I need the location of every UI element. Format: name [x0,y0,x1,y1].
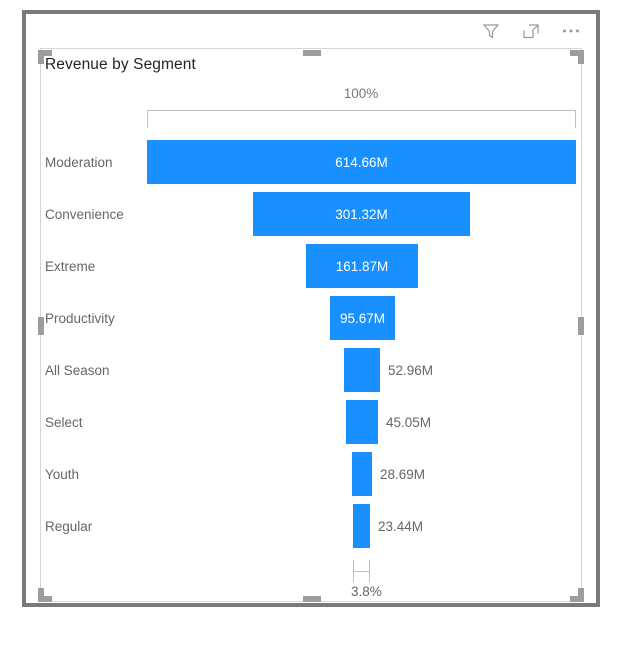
resize-handle-top-left[interactable] [38,50,52,64]
funnel-row[interactable]: Moderation 614.66M [40,136,582,188]
bar-value-label: 23.44M [378,518,424,534]
resize-handle-bottom-left[interactable] [38,588,52,602]
funnel-bar[interactable] [330,296,395,340]
funnel-bar-wrapper: 28.69M [40,448,582,500]
funnel-bar[interactable] [352,452,372,496]
resize-handle-top-right[interactable] [570,50,584,64]
top-axis-bracket [147,110,576,128]
funnel-bar[interactable] [344,348,380,392]
focus-mode-icon[interactable] [520,20,542,42]
funnel-bar[interactable] [253,192,470,236]
funnel-row[interactable]: Convenience 301.32M [40,188,582,240]
bottom-axis-percent-label: 3.8% [351,584,382,599]
funnel-bar-wrapper: 301.32M [40,188,582,240]
funnel-bar-wrapper: 95.67M [40,292,582,344]
bracket-tick-right [575,110,576,128]
visual-title: Revenue by Segment [45,56,196,73]
bracket-line [147,110,576,111]
funnel-bar-wrapper: 52.96M [40,344,582,396]
visual-header-toolbar [22,14,600,48]
funnel-plot-area: 100% Moderation 614.66M Convenience 301.32M… [40,48,582,602]
funnel-row[interactable]: Youth 28.69M [40,448,582,500]
funnel-bar-wrapper: 614.66M [40,136,582,188]
funnel-bar[interactable] [147,140,576,184]
bar-value-label: 28.69M [380,466,426,482]
bottom-bracket-tick-left [353,560,354,582]
funnel-row[interactable]: All Season 52.96M [40,344,582,396]
bottom-bracket-tick-right [369,560,370,582]
funnel-bar-wrapper: 23.44M [40,500,582,552]
more-options-icon[interactable] [560,20,582,42]
funnel-rows: Moderation 614.66M Convenience 301.32M Extre… [40,136,582,552]
resize-handle-bottom-right[interactable] [570,588,584,602]
bottom-bracket-shape [353,560,370,582]
bar-value-label: 52.96M [388,362,434,378]
funnel-bar[interactable] [306,244,418,288]
resize-handle-left-middle[interactable] [38,317,44,335]
resize-handle-top-center[interactable] [303,50,321,56]
funnel-row[interactable]: Regular 23.44M [40,500,582,552]
bar-value-label: 45.05M [386,414,432,430]
resize-handle-right-middle[interactable] [578,317,584,335]
resize-handle-bottom-center[interactable] [303,596,321,602]
funnel-bar[interactable] [346,400,378,444]
bottom-bracket-line [353,571,370,572]
funnel-row[interactable]: Select 45.05M [40,396,582,448]
funnel-bar[interactable] [353,504,370,548]
funnel-row[interactable]: Extreme 161.87M [40,240,582,292]
filter-icon[interactable] [480,20,502,42]
funnel-bar-wrapper: 45.05M [40,396,582,448]
funnel-bar-wrapper: 161.87M [40,240,582,292]
funnel-row[interactable]: Productivity 95.67M [40,292,582,344]
top-axis-percent-label: 100% [343,86,379,101]
bracket-tick-left [147,110,148,128]
